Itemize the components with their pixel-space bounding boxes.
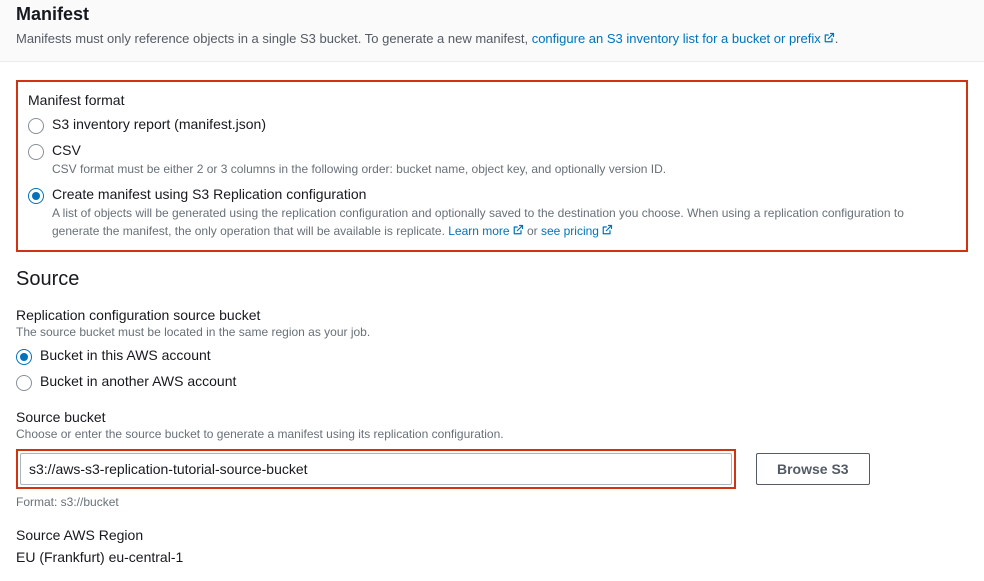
radio-s3-inventory-control[interactable] <box>28 118 44 134</box>
radio-replication-control[interactable] <box>28 188 44 204</box>
radio-bucket-another-account[interactable]: Bucket in another AWS account <box>16 373 968 391</box>
manifest-format-label: Manifest format <box>28 92 954 108</box>
configure-inventory-link-text: configure an S3 inventory list for a buc… <box>532 31 821 46</box>
manifest-title: Manifest <box>16 4 968 25</box>
see-pricing-text: see pricing <box>541 224 599 238</box>
radio-replication-hint: A list of objects will be generated usin… <box>52 204 954 240</box>
source-bucket-section: Source bucket Choose or enter the source… <box>16 409 968 509</box>
manifest-format-highlight-box: Manifest format S3 inventory report (man… <box>16 80 968 252</box>
source-region-label: Source AWS Region <box>16 527 968 543</box>
external-link-icon <box>512 223 524 235</box>
manifest-desc-text: Manifests must only reference objects in… <box>16 31 532 46</box>
source-bucket-input-row: Browse S3 <box>16 449 968 489</box>
source-bucket-format-hint: Format: s3://bucket <box>16 495 968 509</box>
source-bucket-highlight-box <box>16 449 736 489</box>
manifest-desc-suffix: . <box>835 31 839 46</box>
external-link-icon <box>823 30 835 42</box>
source-region-value: EU (Frankfurt) eu-central-1 <box>16 549 968 565</box>
replication-source-label: Replication configuration source bucket <box>16 307 968 323</box>
replication-source-radio-group: Bucket in this AWS account Bucket in ano… <box>16 347 968 391</box>
manifest-header: Manifest Manifests must only reference o… <box>0 0 984 62</box>
source-bucket-label: Source bucket <box>16 409 968 425</box>
radio-create-manifest-replication[interactable]: Create manifest using S3 Replication con… <box>28 186 954 240</box>
radio-csv-control[interactable] <box>28 144 44 160</box>
radio-s3-inventory-label: S3 inventory report (manifest.json) <box>52 116 954 132</box>
browse-s3-button[interactable]: Browse S3 <box>756 453 870 485</box>
radio-s3-inventory[interactable]: S3 inventory report (manifest.json) <box>28 116 954 134</box>
manifest-description: Manifests must only reference objects in… <box>16 29 968 49</box>
manifest-format-radio-group: S3 inventory report (manifest.json) CSV … <box>28 116 954 240</box>
radio-bucket-this-account-control[interactable] <box>16 349 32 365</box>
replication-source-bucket-section: Replication configuration source bucket … <box>16 307 968 391</box>
radio-bucket-another-account-label: Bucket in another AWS account <box>40 373 968 389</box>
radio-bucket-another-account-control[interactable] <box>16 375 32 391</box>
learn-more-link[interactable]: Learn more <box>448 224 523 238</box>
see-pricing-link[interactable]: see pricing <box>541 224 613 238</box>
radio-bucket-this-account-label: Bucket in this AWS account <box>40 347 968 363</box>
radio-csv[interactable]: CSV CSV format must be either 2 or 3 col… <box>28 142 954 178</box>
external-link-icon <box>601 223 613 235</box>
radio-bucket-this-account[interactable]: Bucket in this AWS account <box>16 347 968 365</box>
radio-csv-hint: CSV format must be either 2 or 3 columns… <box>52 160 954 178</box>
source-region-section: Source AWS Region EU (Frankfurt) eu-cent… <box>16 527 968 565</box>
radio-replication-label: Create manifest using S3 Replication con… <box>52 186 954 202</box>
source-bucket-hint: Choose or enter the source bucket to gen… <box>16 427 968 441</box>
learn-more-text: Learn more <box>448 224 509 238</box>
hint-or-text: or <box>524 224 541 238</box>
replication-source-hint: The source bucket must be located in the… <box>16 325 968 339</box>
source-bucket-input[interactable] <box>20 453 732 485</box>
radio-csv-label: CSV <box>52 142 954 158</box>
source-section-title: Source <box>16 268 968 291</box>
configure-inventory-link[interactable]: configure an S3 inventory list for a buc… <box>532 31 835 46</box>
